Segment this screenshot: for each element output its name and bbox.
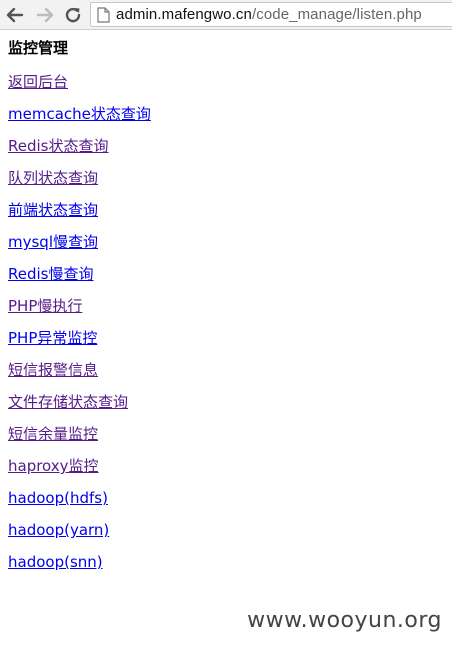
nav-link[interactable]: hadoop(hdfs) (8, 489, 108, 507)
nav-link[interactable]: hadoop(yarn) (8, 521, 109, 539)
browser-toolbar: admin.mafengwo.cn/code_manage/listen.php (0, 0, 452, 30)
nav-link[interactable]: Redis状态查询 (8, 137, 108, 155)
page-title: 监控管理 (8, 39, 69, 57)
page-content: 监控管理 返回后台 memcache状态查询 Redis状态查询 队列状态查询 前端状态… (8, 30, 452, 578)
list-item: 短信报警信息 (8, 354, 452, 386)
list-item: Redis状态查询 (8, 130, 452, 162)
url-host: admin.mafengwo.cn (116, 6, 252, 23)
list-item: 队列状态查询 (8, 162, 452, 194)
monitor-link-list: 返回后台 memcache状态查询 Redis状态查询 队列状态查询 前端状态查询 mys… (8, 66, 452, 578)
url-path: /code_manage/listen.php (251, 6, 422, 23)
address-bar[interactable]: admin.mafengwo.cn/code_manage/listen.php (90, 2, 452, 27)
list-item: 返回后台 (8, 66, 452, 98)
list-item: mysql慢查询 (8, 226, 452, 258)
forward-button[interactable] (34, 4, 56, 26)
page-icon (97, 6, 110, 23)
nav-link[interactable]: 队列状态查询 (8, 169, 98, 187)
list-item: hadoop(yarn) (8, 514, 452, 546)
nav-link[interactable]: 短信报警信息 (8, 361, 98, 379)
arrow-right-icon (36, 7, 54, 23)
list-item: 文件存储状态查询 (8, 386, 452, 418)
list-item: 前端状态查询 (8, 194, 452, 226)
reload-button[interactable] (62, 4, 84, 26)
nav-link[interactable]: PHP慢执行 (8, 297, 82, 315)
list-item: PHP异常监控 (8, 322, 452, 354)
list-item: haproxy监控 (8, 450, 452, 482)
back-button[interactable] (4, 4, 26, 26)
list-item: memcache状态查询 (8, 98, 452, 130)
list-item: PHP慢执行 (8, 290, 452, 322)
list-item: hadoop(snn) (8, 546, 452, 578)
nav-link[interactable]: memcache状态查询 (8, 105, 151, 123)
watermark: www.wooyun.org (247, 608, 442, 633)
nav-link[interactable]: PHP异常监控 (8, 329, 97, 347)
list-item: Redis慢查询 (8, 258, 452, 290)
url-text: admin.mafengwo.cn/code_manage/listen.php (116, 6, 422, 23)
list-item: 短信余量监控 (8, 418, 452, 450)
arrow-left-icon (6, 7, 24, 23)
nav-link[interactable]: 返回后台 (8, 73, 68, 91)
nav-link[interactable]: hadoop(snn) (8, 553, 103, 571)
nav-link[interactable]: 前端状态查询 (8, 201, 98, 219)
reload-icon (65, 7, 81, 23)
nav-link[interactable]: mysql慢查询 (8, 233, 98, 251)
nav-link[interactable]: 文件存储状态查询 (8, 393, 128, 411)
nav-link[interactable]: 短信余量监控 (8, 425, 98, 443)
nav-link[interactable]: haproxy监控 (8, 457, 99, 475)
list-item: hadoop(hdfs) (8, 482, 452, 514)
nav-link[interactable]: Redis慢查询 (8, 265, 93, 283)
